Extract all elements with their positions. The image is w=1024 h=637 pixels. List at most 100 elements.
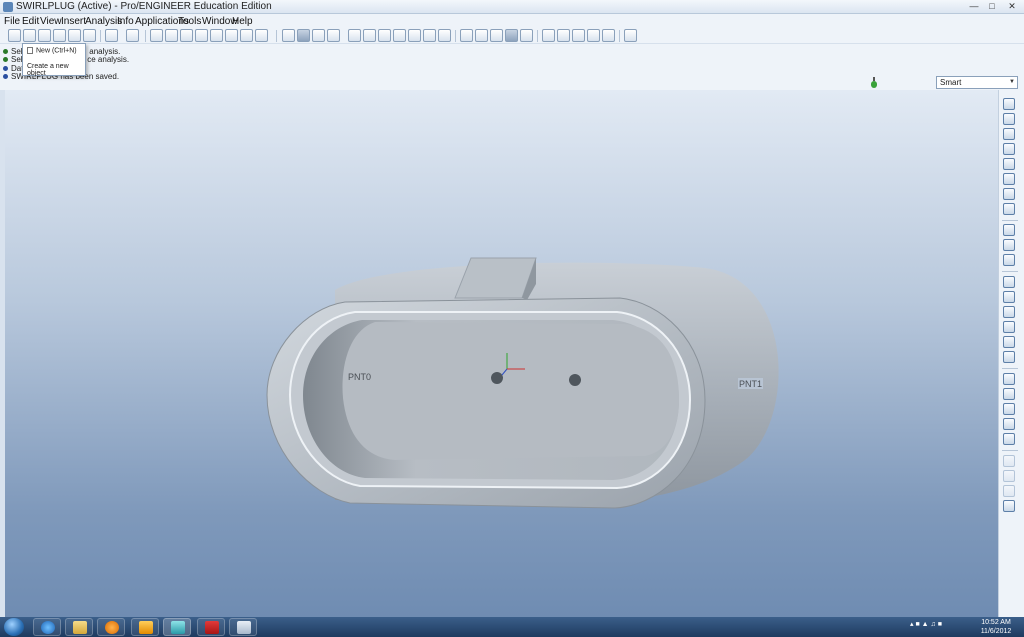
taskbar-app-acrobat[interactable] xyxy=(197,618,225,636)
extrude-tool-icon[interactable] xyxy=(1003,224,1015,236)
toolbar-separator xyxy=(1002,368,1018,369)
open-file-icon[interactable] xyxy=(23,29,36,42)
regen-manager-icon[interactable] xyxy=(225,29,238,42)
annotations-icon[interactable] xyxy=(602,29,615,42)
menu-edit[interactable]: Edit xyxy=(22,16,39,27)
layers-icon[interactable] xyxy=(423,29,436,42)
enhanced-realism-icon[interactable] xyxy=(520,29,533,42)
shading-icon[interactable] xyxy=(505,29,518,42)
menu-file[interactable]: File xyxy=(4,16,20,27)
hole-tool-icon[interactable] xyxy=(1003,276,1015,288)
taskbar-app-internet-explorer[interactable] xyxy=(33,618,61,636)
datum-axis-tool-icon[interactable] xyxy=(1003,128,1015,140)
saved-views-icon[interactable] xyxy=(408,29,421,42)
taskbar-app-outlook[interactable] xyxy=(131,618,159,636)
datum-point-label: PNT0 xyxy=(348,372,371,382)
thicken-tool-icon[interactable] xyxy=(1003,470,1015,482)
refit-icon[interactable] xyxy=(378,29,391,42)
taskbar-app-file-explorer[interactable] xyxy=(65,618,93,636)
info-bullet-icon xyxy=(3,49,8,54)
datum-curve-tool-icon[interactable] xyxy=(1003,143,1015,155)
undo-icon[interactable] xyxy=(105,29,118,42)
select-box-icon[interactable] xyxy=(255,29,268,42)
sweep-tool-icon[interactable] xyxy=(1003,254,1015,266)
taskbar-app-notepad[interactable] xyxy=(229,618,257,636)
rib-tool-icon[interactable] xyxy=(1003,306,1015,318)
graphics-window[interactable]: PNT0 PNT1 xyxy=(5,90,998,617)
menu-view[interactable]: View xyxy=(40,16,62,27)
chevron-down-icon: ▼ xyxy=(1009,79,1015,85)
selection-filter-select[interactable]: Smart ▼ xyxy=(936,76,1018,89)
menu-tools[interactable]: Tools xyxy=(178,16,201,27)
menu-info[interactable]: Info xyxy=(117,16,134,27)
system-tray[interactable]: ▴ ■ ▲ ♫ ■ xyxy=(910,620,942,628)
csys-tool-icon[interactable] xyxy=(1003,173,1015,185)
shell-tool-icon[interactable] xyxy=(1003,291,1015,303)
copy-icon[interactable] xyxy=(165,29,178,42)
menu-help[interactable]: Help xyxy=(232,16,253,27)
datum-point-tool-icon[interactable] xyxy=(1003,158,1015,170)
model-render[interactable]: PNT0 PNT1 xyxy=(5,90,998,617)
pattern-tool-icon[interactable] xyxy=(1003,373,1015,385)
draft-tool-icon[interactable] xyxy=(1003,321,1015,333)
solidify-tool-icon[interactable] xyxy=(1003,485,1015,497)
redo-icon[interactable] xyxy=(126,29,139,42)
regeneration-status-icon[interactable] xyxy=(871,77,877,88)
close-button[interactable]: ✕ xyxy=(1004,1,1020,12)
zoom-in-icon[interactable] xyxy=(348,29,361,42)
title-bar: SWIRLPLUG (Active) - Pro/ENGINEER Educat… xyxy=(0,0,1024,14)
new-file-icon[interactable] xyxy=(8,29,21,42)
appearance-gallery-icon[interactable] xyxy=(327,29,340,42)
paste-special-icon[interactable] xyxy=(195,29,208,42)
maximize-button[interactable]: □ xyxy=(984,1,1000,12)
zoom-out-icon[interactable] xyxy=(363,29,376,42)
context-help-icon[interactable] xyxy=(624,29,637,42)
datum-points-icon[interactable] xyxy=(572,29,585,42)
sketch-tool-icon[interactable] xyxy=(1003,98,1015,110)
chamfer-tool-icon[interactable] xyxy=(1003,351,1015,363)
minimize-button[interactable]: — xyxy=(966,1,982,12)
feature-toolbar xyxy=(998,90,1024,617)
round-tool-icon[interactable] xyxy=(1003,336,1015,348)
wireframe-icon[interactable] xyxy=(460,29,473,42)
part-hole xyxy=(569,374,581,386)
print-icon[interactable] xyxy=(53,29,66,42)
no-hidden-icon[interactable] xyxy=(490,29,503,42)
analysis-tool-icon[interactable] xyxy=(1003,188,1015,200)
send-mail-icon[interactable] xyxy=(83,29,96,42)
toolbar-separator xyxy=(145,30,146,42)
datum-plane-tool-icon[interactable] xyxy=(1003,113,1015,125)
menu-insert[interactable]: Insert xyxy=(61,16,86,27)
hidden-line-icon[interactable] xyxy=(475,29,488,42)
regenerate-icon[interactable] xyxy=(210,29,223,42)
merge-tool-icon[interactable] xyxy=(1003,403,1015,415)
repaint-icon[interactable] xyxy=(282,29,295,42)
spin-center-icon[interactable] xyxy=(297,29,310,42)
paste-icon[interactable] xyxy=(180,29,193,42)
mirror-tool-icon[interactable] xyxy=(1003,388,1015,400)
datum-axes-icon[interactable] xyxy=(557,29,570,42)
print-preview-icon[interactable] xyxy=(68,29,81,42)
view-manager-icon[interactable] xyxy=(438,29,451,42)
orient-mode-icon[interactable] xyxy=(312,29,325,42)
cut-icon[interactable] xyxy=(150,29,163,42)
trim-tool-icon[interactable] xyxy=(1003,418,1015,430)
taskbar-app-proengineer[interactable] xyxy=(163,618,191,636)
start-button[interactable] xyxy=(4,618,24,636)
extend-tool-icon[interactable] xyxy=(1003,455,1015,467)
system-clock[interactable]: 10:52 AM 11/6/2012 xyxy=(972,618,1020,636)
coordinate-systems-icon[interactable] xyxy=(587,29,600,42)
datum-planes-icon[interactable] xyxy=(542,29,555,42)
find-icon[interactable] xyxy=(240,29,253,42)
insert-feature-icon[interactable] xyxy=(1003,203,1015,215)
offset-tool-icon[interactable] xyxy=(1003,433,1015,445)
revolve-tool-icon[interactable] xyxy=(1003,239,1015,251)
taskbar-app-media-player[interactable] xyxy=(97,618,125,636)
save-icon[interactable] xyxy=(38,29,51,42)
selection-filter-value: Smart xyxy=(940,78,962,87)
style-tool-icon[interactable] xyxy=(1003,500,1015,512)
toolbar-separator xyxy=(1002,220,1018,221)
toolbar-separator xyxy=(276,30,277,42)
new-menu-item[interactable]: New (Ctrl+N) xyxy=(27,47,77,54)
reorient-icon[interactable] xyxy=(393,29,406,42)
